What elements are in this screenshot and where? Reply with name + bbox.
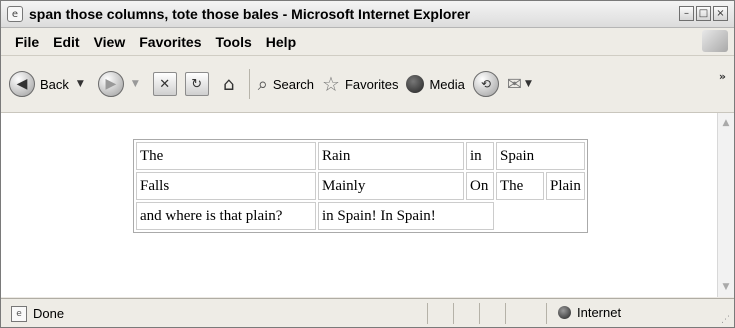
status-text: Done: [33, 306, 65, 321]
back-dropdown-icon[interactable]: ▼: [77, 79, 84, 89]
menu-edit[interactable]: Edit: [53, 34, 79, 50]
history-button[interactable]: ⟲: [472, 64, 499, 104]
forward-arrow-icon: ▶: [97, 71, 124, 97]
forward-dropdown-icon[interactable]: ▼: [132, 79, 139, 89]
search-button[interactable]: ⌕ Search: [258, 64, 314, 104]
refresh-button[interactable]: ↻: [184, 64, 209, 104]
status-bar: e Done Internet ⋰: [1, 298, 734, 327]
standard-toolbar: ◀ Back ▼ ▶ ▼ ✕ ↻ ⌂ ⌕ Search ☆ Favorites …: [1, 56, 734, 113]
table-cell: On: [466, 172, 494, 200]
menu-favorites[interactable]: Favorites: [139, 34, 201, 50]
table-cell: in: [466, 142, 494, 170]
close-button[interactable]: ×: [713, 6, 728, 21]
menu-file[interactable]: File: [15, 34, 39, 50]
windows-logo-icon: [702, 30, 728, 52]
window-title: span those columns, tote those bales - M…: [29, 6, 471, 22]
resize-grip-icon[interactable]: ⋰: [721, 315, 730, 325]
status-divider: [427, 303, 428, 324]
zone-label: Internet: [577, 305, 622, 320]
menu-bar: File Edit View Favorites Tools Help: [1, 28, 734, 56]
stop-icon: ✕: [152, 72, 177, 96]
home-icon: ⌂: [223, 73, 235, 95]
table-cell: Spain: [496, 142, 585, 170]
scroll-up-icon[interactable]: ▲: [719, 115, 733, 131]
status-divider: [453, 303, 454, 324]
menu-view[interactable]: View: [94, 34, 126, 50]
forward-button[interactable]: ▶ ▼: [97, 64, 139, 104]
table-cell: Plain: [546, 172, 585, 200]
favorites-button[interactable]: ☆ Favorites: [322, 64, 398, 104]
mail-button[interactable]: ✉ ▼: [507, 64, 532, 104]
favorites-star-icon: ☆: [322, 72, 340, 96]
toolbar-overflow-icon[interactable]: »: [719, 70, 726, 83]
page-status-icon: e: [11, 305, 27, 322]
home-button[interactable]: ⌂: [217, 64, 241, 104]
demo-table: The Rain in Spain Falls Mainly On The Pl…: [133, 139, 588, 233]
table-row: Falls Mainly On The Plain: [136, 172, 585, 200]
menu-help[interactable]: Help: [266, 34, 296, 50]
table-cell: The: [136, 142, 316, 170]
table-row: The Rain in Spain: [136, 142, 585, 170]
maximize-button[interactable]: □: [696, 6, 711, 21]
search-label: Search: [272, 76, 315, 92]
search-icon: ⌕: [257, 73, 268, 95]
back-label: Back: [40, 76, 69, 92]
table-row: and where is that plain? in Spain! In Sp…: [136, 202, 585, 230]
table-cell: and where is that plain?: [136, 202, 316, 230]
toolbar-separator: [248, 69, 250, 99]
ie-page-icon: e: [7, 6, 23, 22]
scroll-down-icon[interactable]: ▼: [719, 279, 733, 295]
mail-dropdown-icon[interactable]: ▼: [525, 79, 532, 89]
minimize-button[interactable]: –: [679, 6, 694, 21]
back-button[interactable]: ◀ Back ▼: [9, 64, 84, 104]
table-cell: Rain: [318, 142, 464, 170]
mail-icon: ✉: [506, 73, 522, 95]
media-icon: [406, 75, 425, 93]
media-label: Media: [429, 76, 465, 92]
table-cell: in Spain! In Spain!: [318, 202, 494, 230]
history-icon: ⟲: [472, 71, 499, 97]
refresh-icon: ↻: [184, 72, 209, 96]
status-divider: [479, 303, 480, 324]
menu-tools[interactable]: Tools: [215, 34, 251, 50]
stop-button[interactable]: ✕: [152, 64, 177, 104]
title-bar: e span those columns, tote those bales -…: [1, 1, 734, 28]
status-divider: [546, 303, 547, 324]
globe-icon: [558, 306, 571, 319]
window-controls: – □ ×: [679, 6, 728, 21]
favorites-label: Favorites: [344, 76, 399, 92]
table-cell: The: [496, 172, 544, 200]
browser-window: e span those columns, tote those bales -…: [0, 0, 735, 328]
table-cell: Mainly: [318, 172, 464, 200]
status-divider: [505, 303, 506, 324]
back-arrow-icon: ◀: [9, 71, 35, 97]
security-zone: Internet: [558, 305, 621, 320]
vertical-scrollbar[interactable]: ▲ ▼: [717, 113, 734, 297]
media-button[interactable]: Media: [406, 64, 465, 104]
table-cell: Falls: [136, 172, 316, 200]
